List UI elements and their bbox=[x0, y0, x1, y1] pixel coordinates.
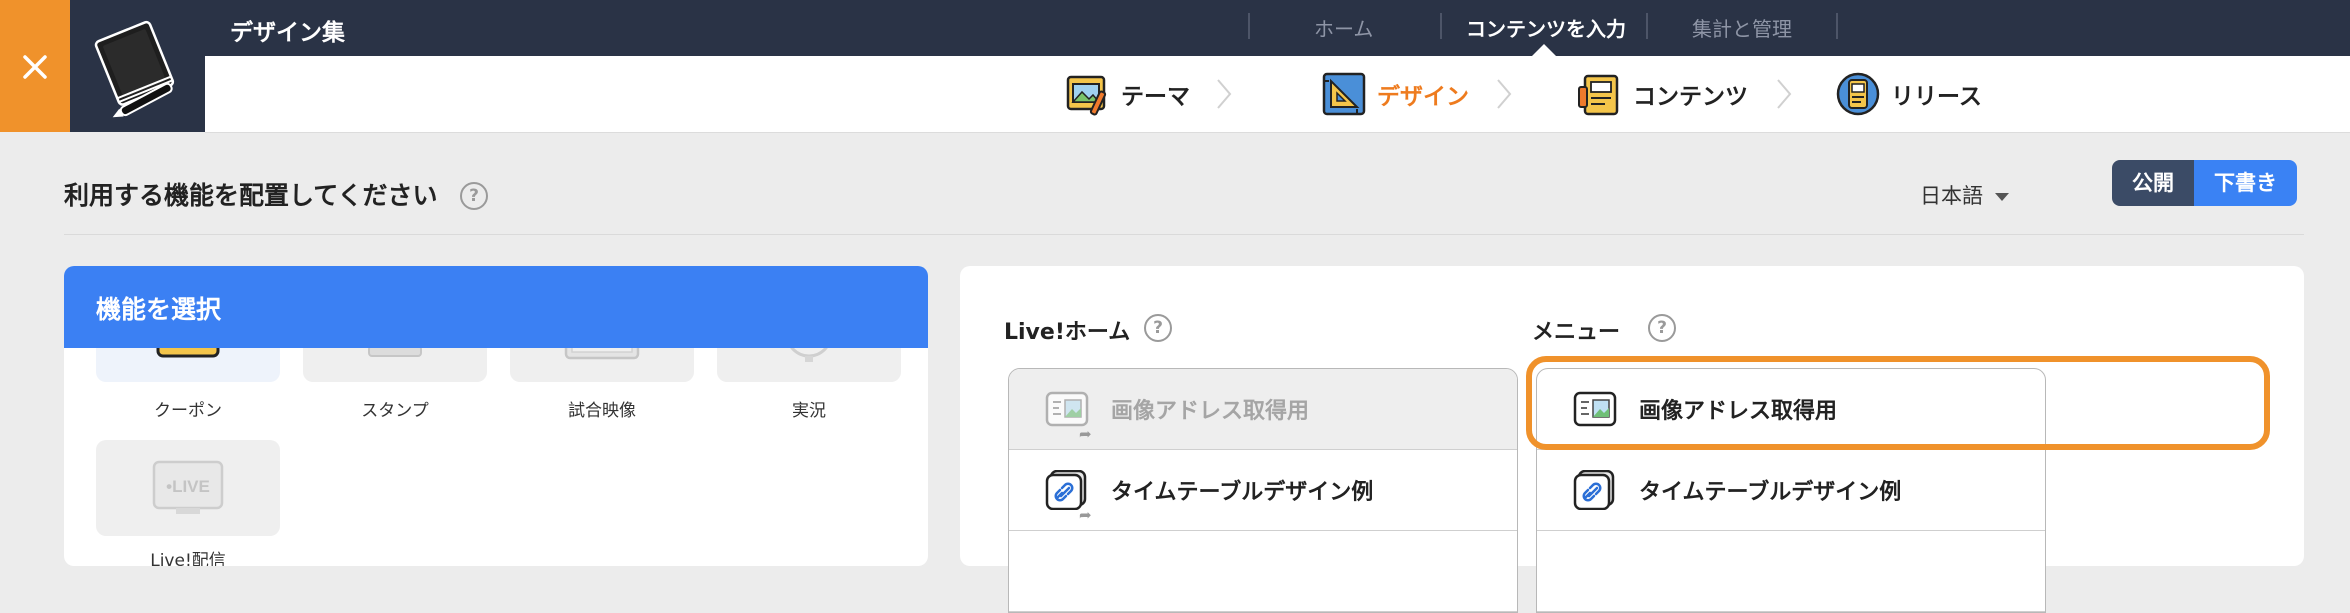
image-address-icon bbox=[1573, 391, 1617, 427]
list-item[interactable]: 画像アドレス取得用 ➦ bbox=[1009, 369, 1517, 450]
share-arrow-icon: ➦ bbox=[1079, 425, 1092, 443]
theme-icon bbox=[1066, 75, 1107, 116]
list-item[interactable] bbox=[1537, 531, 2045, 612]
feature-label: クーポン bbox=[154, 401, 222, 421]
page-title: 利用する機能を配置してください bbox=[64, 181, 438, 210]
list-item[interactable] bbox=[1009, 531, 1517, 612]
draft-button[interactable]: 下書き bbox=[2194, 160, 2297, 206]
link-icon bbox=[1045, 470, 1087, 510]
nav-separator bbox=[1248, 13, 1250, 39]
feature-select-panel: クーポン スタンプ 試合映像 実況 •LIVE Live!配信 機能を選択 bbox=[64, 266, 928, 566]
live-home-title: Live!ホーム bbox=[1004, 320, 1131, 345]
feature-label: 実況 bbox=[792, 401, 826, 421]
nav-home[interactable]: ホーム bbox=[1314, 13, 1373, 42]
step-theme[interactable]: テーマ bbox=[1065, 70, 1190, 118]
step-label: テーマ bbox=[1121, 84, 1190, 110]
top-bar bbox=[0, 0, 2350, 56]
live-home-list: 画像アドレス取得用 ➦ タイムテーブルデザイン例 ➦ bbox=[1008, 368, 1518, 613]
app-logo bbox=[70, 0, 205, 132]
list-item-label: 画像アドレス取得用 bbox=[1639, 399, 1838, 424]
list-item[interactable]: 画像アドレス取得用 bbox=[1537, 369, 2045, 450]
language-value: 日本語 bbox=[1920, 184, 1983, 208]
close-button[interactable] bbox=[0, 0, 70, 132]
chevron-right-icon bbox=[1777, 79, 1792, 109]
nav-content-input[interactable]: コンテンツを入力 bbox=[1466, 13, 1626, 42]
chevron-right-icon bbox=[1217, 79, 1232, 109]
heading-divider bbox=[64, 234, 2304, 235]
content-icon bbox=[1578, 74, 1619, 116]
feature-select-header: 機能を選択 bbox=[64, 266, 928, 348]
caret-down-icon bbox=[1995, 193, 2009, 201]
close-icon bbox=[23, 55, 47, 79]
image-address-icon bbox=[1045, 391, 1089, 427]
step-design[interactable]: デザイン bbox=[1321, 70, 1469, 118]
feature-label: Live!配信 bbox=[150, 551, 226, 566]
list-item-label: タイムテーブルデザイン例 bbox=[1111, 480, 1374, 505]
public-button[interactable]: 公開 bbox=[2112, 160, 2194, 206]
release-icon bbox=[1836, 72, 1880, 116]
nav-separator bbox=[1646, 13, 1648, 39]
help-icon[interactable]: ? bbox=[1648, 314, 1676, 342]
list-item-label: タイムテーブルデザイン例 bbox=[1639, 480, 1902, 505]
nav-separator bbox=[1836, 13, 1838, 39]
step-bar: テーマ デザイン コンテンツ リリース bbox=[205, 56, 2350, 133]
feature-label: 試合映像 bbox=[568, 401, 636, 421]
live-badge-text: •LIVE bbox=[166, 477, 210, 496]
step-label: リリース bbox=[1891, 84, 1982, 110]
active-nav-indicator bbox=[1532, 44, 1556, 56]
nav-separator bbox=[1440, 13, 1442, 39]
help-icon[interactable]: ? bbox=[1144, 314, 1172, 342]
step-release[interactable]: リリース bbox=[1835, 70, 1982, 118]
menu-title: メニュー bbox=[1532, 320, 1621, 345]
step-content[interactable]: コンテンツ bbox=[1577, 70, 1748, 118]
chevron-right-icon bbox=[1497, 79, 1512, 109]
notebook-pen-icon bbox=[94, 20, 175, 118]
help-icon[interactable]: ? bbox=[460, 182, 488, 210]
feature-tile-live[interactable]: •LIVE bbox=[96, 440, 280, 536]
design-icon bbox=[1322, 72, 1366, 116]
list-item-label: 画像アドレス取得用 bbox=[1111, 399, 1310, 424]
language-select[interactable]: 日本語 bbox=[1920, 180, 2009, 210]
step-label: デザイン bbox=[1377, 84, 1469, 110]
share-arrow-icon: ➦ bbox=[1079, 506, 1092, 524]
live-icon: •LIVE bbox=[152, 460, 224, 514]
link-icon bbox=[1573, 470, 1615, 510]
list-item[interactable]: タイムテーブルデザイン例 ➦ bbox=[1009, 450, 1517, 531]
feature-label: スタンプ bbox=[361, 401, 429, 421]
list-item[interactable]: タイムテーブルデザイン例 bbox=[1537, 450, 2045, 531]
nav-stats[interactable]: 集計と管理 bbox=[1692, 13, 1792, 42]
step-label: コンテンツ bbox=[1633, 84, 1748, 110]
app-title: デザイン集 bbox=[230, 20, 345, 46]
menu-list: 画像アドレス取得用 タイムテーブルデザイン例 bbox=[1536, 368, 2046, 613]
publish-toggle: 公開 下書き bbox=[2112, 160, 2297, 206]
feature-select-title: 機能を選択 bbox=[96, 295, 222, 324]
